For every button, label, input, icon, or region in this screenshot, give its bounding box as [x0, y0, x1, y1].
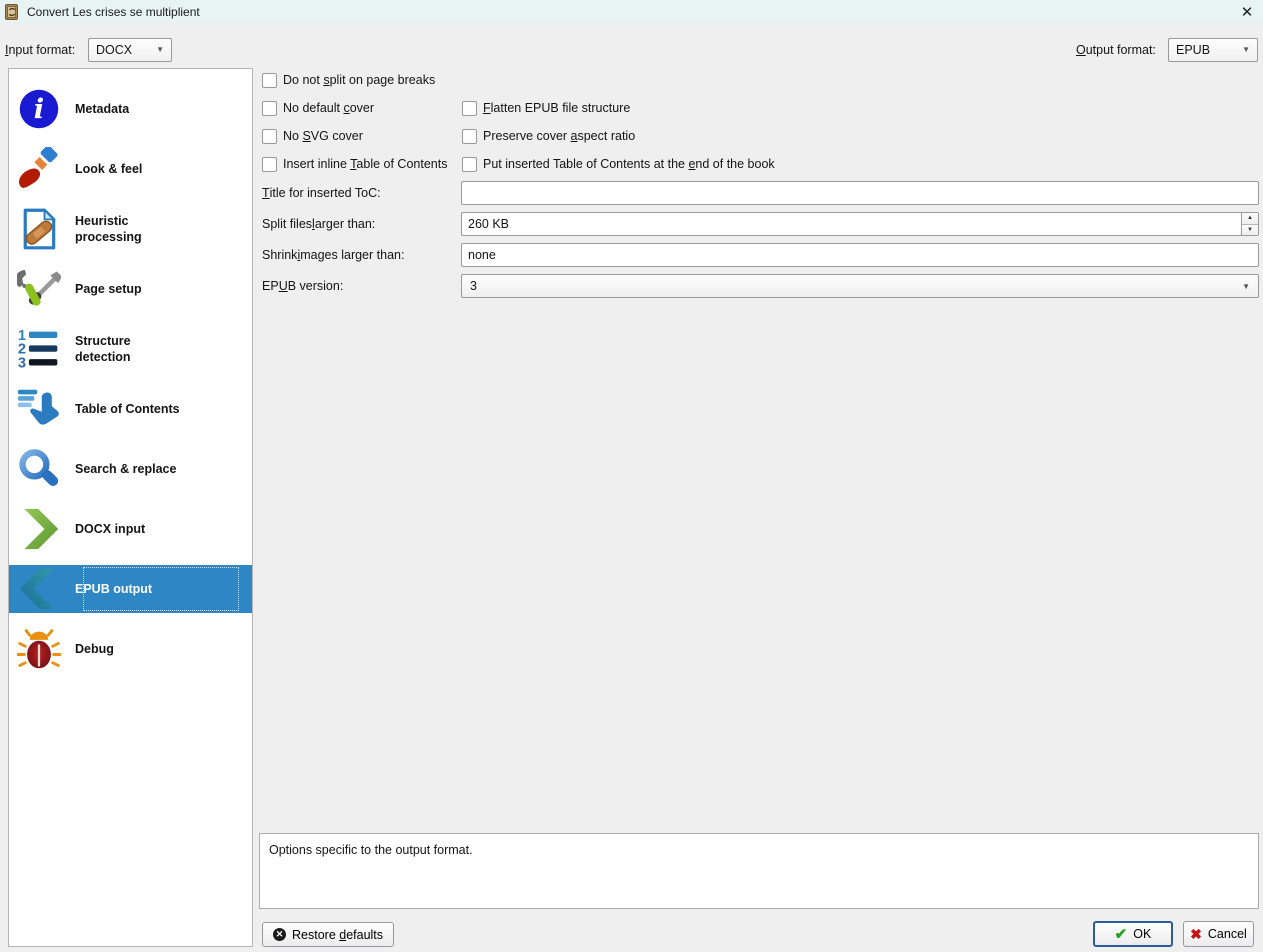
checkbox-box	[262, 101, 277, 116]
sidebar-item-table-of-contents[interactable]: Table of Contents	[9, 379, 252, 439]
chevron-down-icon: ▼	[156, 46, 164, 54]
checkbox-box	[462, 129, 477, 144]
toc-title-input[interactable]	[461, 181, 1259, 205]
shrink-images-label: Shrink images larger than:	[262, 243, 404, 267]
checkbox-box	[462, 101, 477, 116]
split-files-label: Split files larger than:	[262, 212, 375, 236]
input-format-select[interactable]: DOCX ▼	[88, 38, 172, 62]
split-files-spinbox: ▲ ▼	[461, 212, 1259, 236]
input-format-label: Input format:	[5, 38, 75, 62]
window-title: Convert Les crises se multiplient	[27, 5, 200, 19]
toc-hand-icon	[17, 387, 61, 431]
bug-icon	[17, 627, 61, 671]
epub-version-select[interactable]: 3 ▼	[461, 274, 1259, 298]
sidebar-item-structure-detection[interactable]: 1 2 3 Structure detection	[9, 319, 252, 379]
svg-text:3: 3	[18, 355, 26, 371]
chevron-left-icon	[17, 567, 61, 611]
checkbox-box	[262, 157, 277, 172]
svg-text:i: i	[34, 93, 44, 125]
convert-book-icon	[4, 4, 20, 20]
format-help-box: Options specific to the output format.	[259, 833, 1259, 909]
output-format-value: EPUB	[1176, 43, 1210, 57]
chevron-down-icon: ▼	[1242, 282, 1250, 291]
document-bandaid-icon	[17, 207, 61, 251]
cross-icon: ✖	[1190, 927, 1202, 941]
format-help-text: Options specific to the output format.	[269, 843, 473, 857]
numbered-list-icon: 1 2 3	[17, 327, 61, 371]
cancel-button[interactable]: ✖ Cancel	[1183, 921, 1254, 947]
checkbox-put-toc-at-end[interactable]: Put inserted Table of Contents at the en…	[462, 156, 775, 172]
split-files-input[interactable]	[462, 213, 1241, 235]
checkbox-no-svg-cover[interactable]: No SVG cover	[262, 128, 363, 144]
checkbox-box	[262, 73, 277, 88]
title-bar: Convert Les crises se multiplient ✕	[0, 0, 1263, 23]
sidebar-item-look-and-feel[interactable]: Look & feel	[9, 139, 252, 199]
input-format-value: DOCX	[96, 43, 132, 57]
output-format-select[interactable]: EPUB ▼	[1168, 38, 1258, 62]
checkbox-flatten-epub-file-structure[interactable]: Flatten EPUB file structure	[462, 100, 630, 116]
sidebar-item-debug[interactable]: Debug	[9, 619, 252, 679]
spin-down-icon[interactable]: ▼	[1242, 224, 1258, 236]
checkbox-preserve-cover-aspect-ratio[interactable]: Preserve cover aspect ratio	[462, 128, 635, 144]
sidebar-item-epub-output[interactable]: EPUB output	[9, 559, 252, 619]
output-format-label: Output format:	[1076, 38, 1156, 62]
tools-icon	[17, 267, 61, 311]
checkbox-insert-inline-toc[interactable]: Insert inline Table of Contents	[262, 156, 447, 172]
sidebar-item-search-replace[interactable]: Search & replace	[9, 439, 252, 499]
checkbox-no-default-cover[interactable]: No default cover	[262, 100, 374, 116]
restore-defaults-button[interactable]: ✕ Restore defaults	[262, 922, 394, 947]
close-icon[interactable]: ✕	[1237, 2, 1257, 21]
sidebar-item-page-setup[interactable]: Page setup	[9, 259, 252, 319]
check-icon: ✔	[1115, 927, 1128, 942]
spin-buttons: ▲ ▼	[1241, 213, 1258, 235]
magnifier-icon	[17, 447, 61, 491]
category-sidebar: i Metadata Look & feel	[8, 68, 253, 947]
sidebar-item-docx-input[interactable]: DOCX input	[9, 499, 252, 559]
ok-button[interactable]: ✔ OK	[1093, 921, 1173, 947]
chevron-right-icon	[17, 507, 61, 551]
checkbox-box	[262, 129, 277, 144]
toc-title-label: Title for inserted ToC:	[262, 181, 381, 205]
epub-version-value: 3	[470, 279, 477, 293]
spin-up-icon[interactable]: ▲	[1242, 213, 1258, 224]
chevron-down-icon: ▼	[1242, 46, 1250, 54]
sidebar-item-metadata[interactable]: i Metadata	[9, 79, 252, 139]
convert-dialog: Convert Les crises se multiplient ✕ Inpu…	[0, 0, 1263, 952]
checkbox-no-split-on-page-breaks[interactable]: Do not split on page breaks	[262, 72, 435, 88]
checkbox-box	[462, 157, 477, 172]
sidebar-item-heuristic-processing[interactable]: Heuristic processing	[9, 199, 252, 259]
shrink-images-input[interactable]	[461, 243, 1259, 267]
clear-icon: ✕	[273, 928, 286, 941]
info-icon: i	[17, 87, 61, 131]
paintbrush-icon	[17, 147, 61, 191]
epub-version-label: EPUB version:	[262, 274, 343, 298]
